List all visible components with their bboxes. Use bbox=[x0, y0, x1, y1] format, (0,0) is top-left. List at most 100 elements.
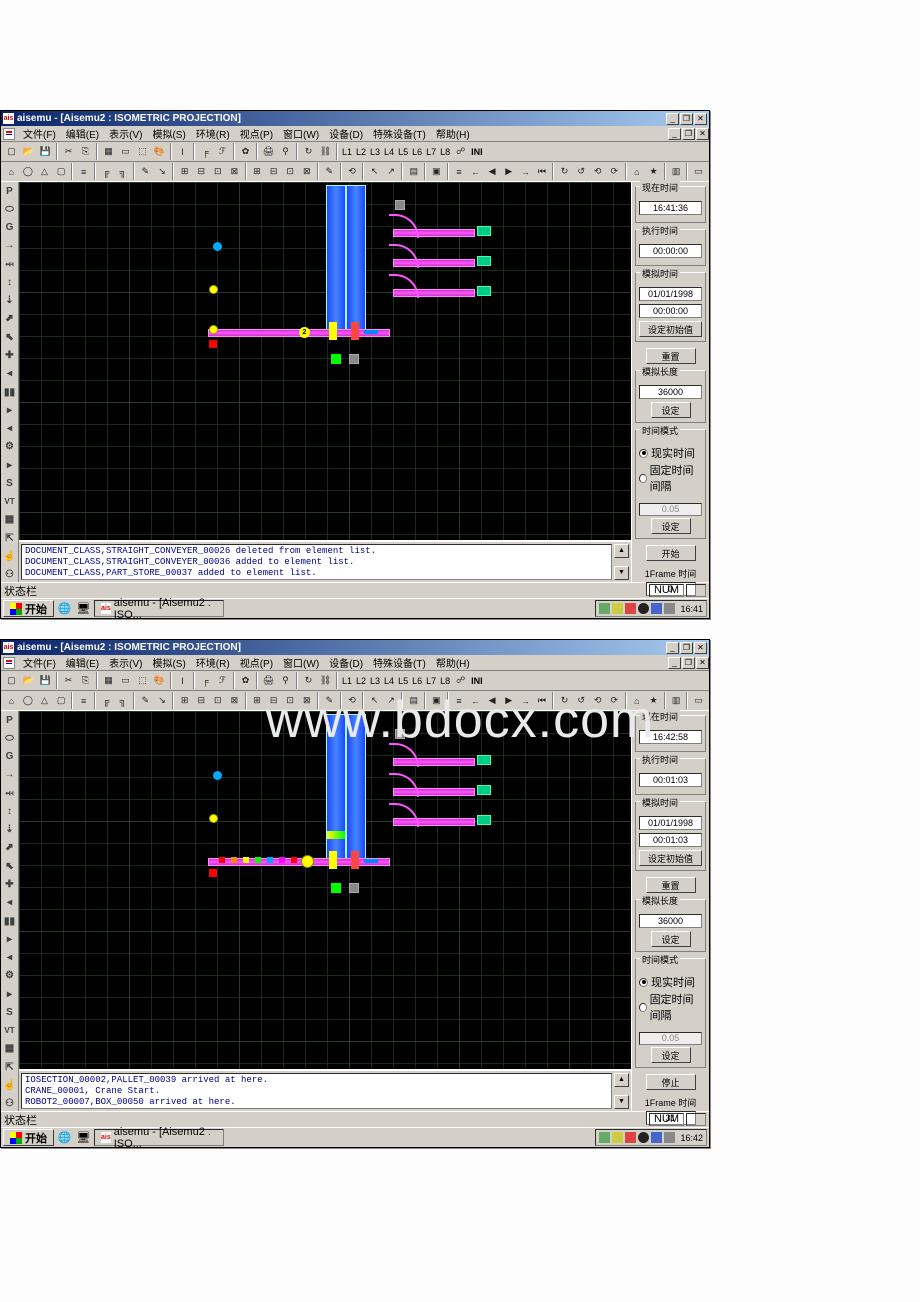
tb2-7-icon[interactable]: ╗ bbox=[115, 692, 132, 709]
tb2-6-icon[interactable]: ╔ bbox=[98, 163, 115, 180]
close-button[interactable]: ✕ bbox=[694, 642, 707, 654]
lt-rarrow-icon[interactable]: → bbox=[2, 239, 17, 253]
len-value[interactable]: 36000 bbox=[639, 914, 702, 928]
tb2-31-icon[interactable]: ↺ bbox=[573, 692, 590, 709]
tb2-21-icon[interactable]: ↗ bbox=[383, 163, 400, 180]
mdi-minimize[interactable]: _ bbox=[668, 657, 681, 669]
tb2-11-icon[interactable]: ⊟ bbox=[193, 163, 210, 180]
menu-env[interactable]: 环境(R) bbox=[191, 125, 235, 142]
layer-l3[interactable]: L3 bbox=[368, 672, 382, 689]
btn-init[interactable]: 设定初始值 bbox=[639, 850, 702, 866]
open-icon[interactable]: 📂 bbox=[20, 143, 37, 160]
canvas[interactable] bbox=[19, 711, 631, 1069]
layer-l6[interactable]: L6 bbox=[410, 672, 424, 689]
cut-icon[interactable]: ✂ bbox=[60, 672, 77, 689]
tb2-22-icon[interactable]: ▤ bbox=[405, 692, 422, 709]
tb2-23-icon[interactable]: ▣ bbox=[428, 163, 445, 180]
system-tray[interactable]: ​ ​ ​ ​ ​ ​ 16:42 bbox=[595, 1129, 707, 1146]
cut-icon[interactable]: ✂ bbox=[60, 143, 77, 160]
tool-gear-icon[interactable]: ✿ bbox=[237, 672, 254, 689]
canvas[interactable]: 2 bbox=[19, 182, 631, 540]
lt-updown-icon[interactable]: ↕ bbox=[2, 275, 17, 289]
lt-plus-icon[interactable]: ✚ bbox=[2, 348, 17, 362]
ini-button[interactable]: INI bbox=[469, 143, 485, 160]
tray-icon-3[interactable]: ​ bbox=[625, 603, 636, 614]
tb2-36-icon[interactable]: ▥ bbox=[668, 163, 685, 180]
tb2-25-icon[interactable]: ← bbox=[467, 692, 484, 709]
grid-icon[interactable]: ▦ bbox=[100, 672, 117, 689]
tray-icon-4[interactable]: ​ bbox=[638, 1132, 649, 1143]
lt-ellipse-icon[interactable]: ⬭ bbox=[2, 202, 17, 216]
tb2-29-icon[interactable]: ⏮ bbox=[534, 692, 551, 709]
lt-gear2-icon[interactable]: ⚙ bbox=[2, 969, 17, 983]
menu-device[interactable]: 设备(D) bbox=[324, 654, 368, 671]
tb2-36-icon[interactable]: ▥ bbox=[668, 692, 685, 709]
tb2-11-icon[interactable]: ⊟ bbox=[193, 692, 210, 709]
mdi-close[interactable]: ✕ bbox=[696, 128, 709, 140]
mdi-close[interactable]: ✕ bbox=[696, 657, 709, 669]
tb2-23-icon[interactable]: ▣ bbox=[428, 692, 445, 709]
menu-file[interactable]: 文件(F) bbox=[18, 125, 61, 142]
lt-nw-icon[interactable]: ⬉ bbox=[2, 330, 17, 344]
tb2-30-icon[interactable]: ↻ bbox=[556, 692, 573, 709]
tb2-17-icon[interactable]: ⊠ bbox=[299, 692, 316, 709]
tb2-13-icon[interactable]: ⊠ bbox=[226, 163, 243, 180]
lt-fwd-icon[interactable]: ▸ bbox=[2, 458, 17, 472]
start-button[interactable]: 开始 bbox=[3, 1129, 54, 1146]
tb2-21-icon[interactable]: ↗ bbox=[383, 692, 400, 709]
rotate-icon[interactable]: ↻ bbox=[300, 143, 317, 160]
layer-dialog-icon[interactable]: ☍ bbox=[452, 143, 469, 160]
tb2-15-icon[interactable]: ⊟ bbox=[265, 163, 282, 180]
maximize-button[interactable]: ❐ bbox=[680, 642, 693, 654]
lt-p-icon[interactable]: P bbox=[2, 184, 17, 198]
menu-window[interactable]: 窗口(W) bbox=[278, 654, 324, 671]
tb2-32-icon[interactable]: ⟲ bbox=[589, 692, 606, 709]
menu-help[interactable]: 帮助(H) bbox=[431, 654, 475, 671]
menu-view[interactable]: 表示(V) bbox=[104, 125, 147, 142]
btn-init[interactable]: 设定初始值 bbox=[639, 321, 702, 337]
lt-down-icon[interactable]: ⇣ bbox=[2, 823, 17, 837]
lt-updown-icon[interactable]: ↕ bbox=[2, 804, 17, 818]
tool-f2-icon[interactable]: ℱ bbox=[214, 672, 231, 689]
minimize-button[interactable]: _ bbox=[666, 113, 679, 125]
tray-icon-3[interactable]: ​ bbox=[625, 1132, 636, 1143]
close-button[interactable]: ✕ bbox=[694, 113, 707, 125]
grid-icon[interactable]: ▦ bbox=[100, 143, 117, 160]
tb2-35-icon[interactable]: ★ bbox=[645, 163, 662, 180]
lt-play-icon[interactable]: ▸ bbox=[2, 403, 17, 417]
radio-fixed[interactable]: 固定时间间隔 bbox=[639, 991, 702, 1023]
tb2-28-icon[interactable]: → bbox=[517, 163, 534, 180]
tb2-19-icon[interactable]: ⟲ bbox=[344, 692, 361, 709]
tray-icon-5[interactable]: ​ bbox=[651, 603, 662, 614]
tb2-25-icon[interactable]: ← bbox=[467, 163, 484, 180]
menu-window[interactable]: 窗口(W) bbox=[278, 125, 324, 142]
radio-fixed[interactable]: 固定时间间隔 bbox=[639, 462, 702, 494]
tb2-14-icon[interactable]: ⊞ bbox=[249, 692, 266, 709]
lt-p-icon[interactable]: P bbox=[2, 713, 17, 727]
tool-i-icon[interactable]: I bbox=[174, 672, 191, 689]
print-icon[interactable]: 🖨 bbox=[260, 672, 277, 689]
tb2-24-icon[interactable]: ≡ bbox=[451, 692, 468, 709]
tray-icon-4[interactable]: ​ bbox=[638, 603, 649, 614]
new-icon[interactable]: ▢ bbox=[3, 143, 20, 160]
mdi-minimize[interactable]: _ bbox=[668, 128, 681, 140]
lt-hand-icon[interactable]: ☝ bbox=[2, 549, 17, 563]
menu-edit[interactable]: 编辑(E) bbox=[61, 125, 104, 142]
tb2-30-icon[interactable]: ↻ bbox=[556, 163, 573, 180]
radio-real[interactable]: 现实时间 bbox=[639, 445, 702, 461]
lt-larrow-icon[interactable]: ⤟ bbox=[2, 257, 17, 271]
cube-icon[interactable]: ⬚ bbox=[134, 672, 151, 689]
lt-s-icon[interactable]: S bbox=[2, 1005, 17, 1019]
tool-f2-icon[interactable]: ℱ bbox=[214, 143, 231, 160]
layer-l7[interactable]: L7 bbox=[424, 143, 438, 160]
btn-stop[interactable]: 停止 bbox=[646, 1074, 696, 1090]
radio-real[interactable]: 现实时间 bbox=[639, 974, 702, 990]
tb2-8-icon[interactable]: ✎ bbox=[137, 163, 154, 180]
tb2-16-icon[interactable]: ⊡ bbox=[282, 692, 299, 709]
lt-vt-icon[interactable]: VT bbox=[2, 495, 17, 509]
menu-viewpoint[interactable]: 视点(P) bbox=[235, 125, 278, 142]
tb2-5-icon[interactable]: ≡ bbox=[75, 692, 92, 709]
tb2-16-icon[interactable]: ⊡ bbox=[282, 163, 299, 180]
taskbar-app-button[interactable]: aisaisemu - [Aisemu2 : ISO... bbox=[94, 1129, 224, 1146]
layer-l3[interactable]: L3 bbox=[368, 143, 382, 160]
